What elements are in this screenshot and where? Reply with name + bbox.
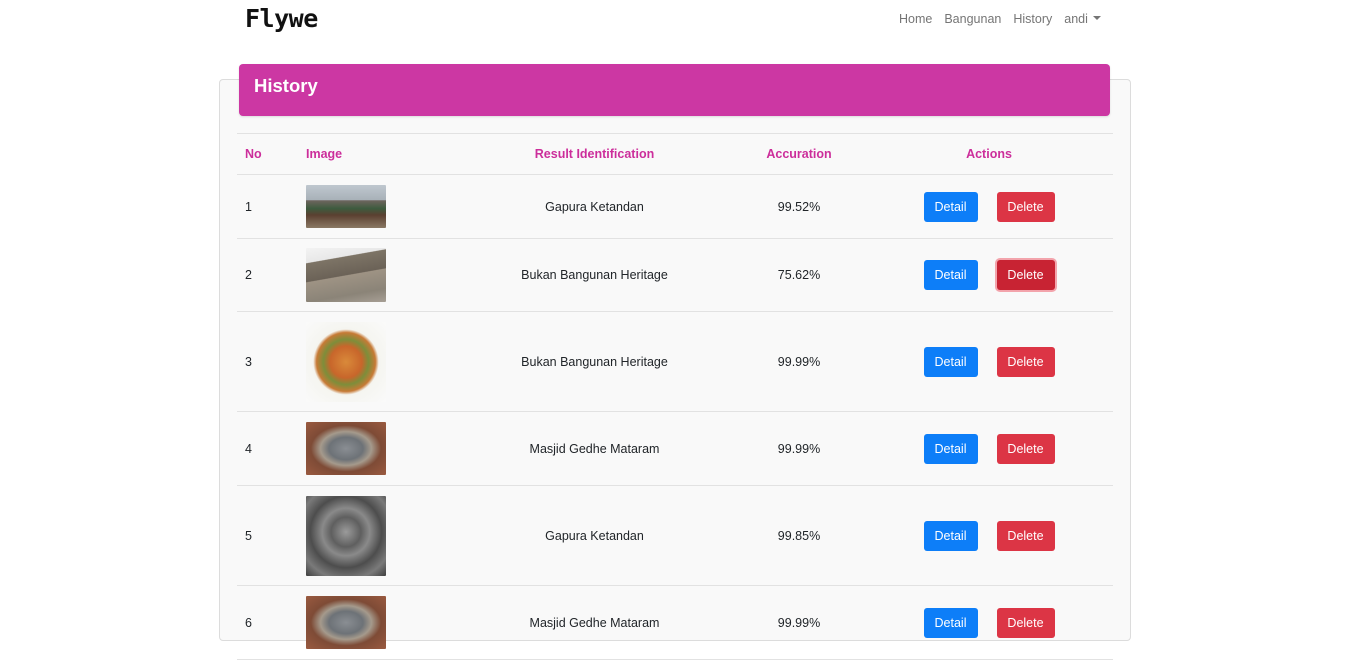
row-thumbnail: [306, 185, 386, 228]
row-image-cell: [306, 585, 456, 660]
card-title: History: [254, 75, 318, 96]
row-no: 1: [237, 174, 306, 239]
nav-links: Home Bangunan History andi: [893, 12, 1107, 26]
row-result: Masjid Gedhe Mataram: [456, 585, 733, 660]
row-thumbnail: [306, 596, 386, 649]
delete-button[interactable]: Delete: [996, 346, 1055, 377]
row-actions: Detail Delete: [865, 174, 1113, 239]
navbar: Flywe Home Bangunan History andi: [0, 0, 1347, 40]
table-row: 1 Gapura Ketandan 99.52% Detail Delete: [237, 174, 1113, 239]
row-actions: Detail Delete: [865, 238, 1113, 312]
delete-button[interactable]: Delete: [996, 520, 1055, 551]
header-accuration: Accuration: [733, 133, 865, 175]
table-row: 5 Gapura Ketandan 99.85% Detail Delete: [237, 485, 1113, 586]
row-accuration: 99.85%: [733, 485, 865, 586]
header-actions: Actions: [865, 133, 1113, 175]
card-header: History: [239, 64, 1110, 116]
detail-button[interactable]: Detail: [923, 191, 978, 222]
row-result: Bukan Bangunan Heritage: [456, 311, 733, 412]
header-result: Result Identification: [456, 133, 733, 175]
row-actions: Detail Delete: [865, 585, 1113, 660]
row-accuration: 99.99%: [733, 311, 865, 412]
table-header-row: No Image Result Identification Accuratio…: [237, 133, 1113, 175]
row-result: Masjid Gedhe Mataram: [456, 411, 733, 486]
user-dropdown[interactable]: andi: [1058, 12, 1107, 26]
row-accuration: 99.99%: [733, 585, 865, 660]
row-no: 6: [237, 585, 306, 660]
delete-button[interactable]: Delete: [996, 607, 1055, 638]
row-accuration: 99.99%: [733, 411, 865, 486]
row-thumbnail: [306, 321, 386, 402]
table-row: 3 Bukan Bangunan Heritage 99.99% Detail D…: [237, 311, 1113, 412]
row-no: 2: [237, 238, 306, 312]
row-actions: Detail Delete: [865, 485, 1113, 586]
row-actions: Detail Delete: [865, 311, 1113, 412]
row-no: 4: [237, 411, 306, 486]
delete-button[interactable]: Delete: [996, 433, 1055, 464]
row-accuration: 99.52%: [733, 174, 865, 239]
row-thumbnail: [306, 248, 386, 302]
detail-button[interactable]: Detail: [923, 260, 978, 290]
header-no: No: [237, 133, 306, 175]
detail-button[interactable]: Detail: [923, 346, 978, 377]
user-name: andi: [1064, 12, 1088, 26]
nav-link-bangunan[interactable]: Bangunan: [938, 12, 1007, 26]
row-actions: Detail Delete: [865, 411, 1113, 486]
caret-down-icon: [1092, 15, 1101, 20]
history-table: No Image Result Identification Accuratio…: [237, 133, 1113, 660]
row-image-cell: [306, 411, 456, 486]
row-image-cell: [306, 311, 456, 412]
delete-button[interactable]: Delete: [996, 191, 1055, 222]
detail-button[interactable]: Detail: [923, 520, 978, 551]
row-accuration: 75.62%: [733, 238, 865, 312]
row-result: Gapura Ketandan: [456, 485, 733, 586]
header-image: Image: [306, 133, 456, 175]
row-image-cell: [306, 238, 456, 312]
row-image-cell: [306, 174, 456, 239]
table-row: 6 Masjid Gedhe Mataram 99.99% Detail Dele…: [237, 585, 1113, 660]
nav-link-history[interactable]: History: [1007, 12, 1058, 26]
brand-logo[interactable]: Flywe: [245, 4, 318, 33]
delete-button[interactable]: Delete: [996, 260, 1055, 290]
detail-button[interactable]: Detail: [923, 433, 978, 464]
row-result: Gapura Ketandan: [456, 174, 733, 239]
row-thumbnail: [306, 495, 386, 576]
nav-link-home[interactable]: Home: [893, 12, 938, 26]
row-image-cell: [306, 485, 456, 586]
row-thumbnail: [306, 422, 386, 475]
table-row: 2 Bukan Bangunan Heritage 75.62% Detail D…: [237, 238, 1113, 312]
row-result: Bukan Bangunan Heritage: [456, 238, 733, 312]
table-row: 4 Masjid Gedhe Mataram 99.99% Detail Dele…: [237, 411, 1113, 486]
row-no: 5: [237, 485, 306, 586]
detail-button[interactable]: Detail: [923, 607, 978, 638]
row-no: 3: [237, 311, 306, 412]
